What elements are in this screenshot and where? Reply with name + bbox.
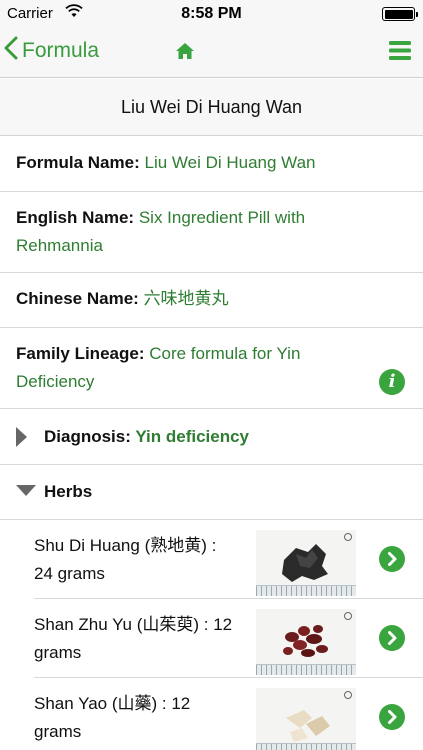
family-lineage-label: Family Lineage: <box>16 344 145 363</box>
chevron-right-icon[interactable] <box>379 546 405 572</box>
herb-list-item[interactable]: Shan Yao (山藥) : 12 grams <box>0 678 423 750</box>
watermark-logo <box>344 691 352 699</box>
back-button-label: Formula <box>22 38 100 62</box>
formula-name-row: Formula Name: Liu Wei Di Huang Wan <box>0 136 423 192</box>
watermark-logo <box>344 612 352 620</box>
herb-name: Shan Zhu Yu (山茱萸) : 12 <box>34 615 233 634</box>
disclosure-expanded-icon <box>16 485 36 496</box>
herbs-label: Herbs <box>44 482 93 501</box>
diagnosis-value: Yin deficiency <box>135 427 250 446</box>
diagnosis-label: Diagnosis: <box>44 427 131 446</box>
english-name-value-cont: Rehmannia <box>16 236 103 255</box>
chevron-left-icon <box>4 36 18 65</box>
family-lineage-value: Core formula for Yin <box>149 344 301 363</box>
diagnosis-row[interactable]: Diagnosis: Yin deficiency <box>0 409 423 465</box>
disclosure-collapsed-icon <box>16 427 27 447</box>
family-lineage-value-cont: Deficiency <box>16 372 95 391</box>
herb-dosage: grams <box>34 643 82 662</box>
navigation-bar: Formula <box>0 28 423 78</box>
herb-dosage: 24 grams <box>34 564 105 583</box>
formula-name-value: Liu Wei Di Huang Wan <box>144 153 316 172</box>
home-icon[interactable] <box>175 42 195 65</box>
english-name-row: English Name: Six Ingredient Pill with R… <box>0 192 423 273</box>
family-lineage-row: Family Lineage: Core formula for Yin Def… <box>0 328 423 409</box>
clock: 8:58 PM <box>181 5 242 22</box>
chinese-name-row: Chinese Name: 六味地黄丸 <box>0 273 423 328</box>
herb-name: Shu Di Huang (熟地黄) : <box>34 536 217 555</box>
chinese-name-label: Chinese Name: <box>16 289 139 308</box>
hamburger-menu-icon[interactable] <box>389 41 411 65</box>
battery-icon <box>382 7 418 21</box>
herb-photo <box>256 609 356 675</box>
scale-ruler <box>256 585 356 596</box>
herb-photo <box>256 688 356 750</box>
chevron-right-icon[interactable] <box>379 625 405 651</box>
english-name-label: English Name: <box>16 208 135 227</box>
status-bar: Carrier 8:58 PM <box>0 0 423 28</box>
scale-ruler <box>256 664 356 675</box>
formula-title-header: Liu Wei Di Huang Wan <box>0 79 423 136</box>
herbs-section-header[interactable]: Herbs <box>0 465 423 520</box>
page-title: Liu Wei Di Huang Wan <box>120 96 303 117</box>
chinese-name-value: 六味地黄丸 <box>143 289 229 308</box>
herb-list-item[interactable]: Shan Zhu Yu (山茱萸) : 12 grams <box>0 599 423 678</box>
chevron-right-icon[interactable] <box>379 704 405 730</box>
herb-name: Shan Yao (山藥) : 12 <box>34 694 191 713</box>
english-name-value: Six Ingredient Pill with <box>138 208 306 227</box>
formula-name-label: Formula Name: <box>16 153 140 172</box>
herb-list-item[interactable]: Shu Di Huang (熟地黄) : 24 grams <box>0 520 423 599</box>
back-button[interactable]: Formula <box>4 36 99 65</box>
info-icon[interactable]: i <box>379 369 405 395</box>
scale-ruler <box>256 743 356 750</box>
herb-photo <box>256 530 356 596</box>
watermark-logo <box>344 533 352 541</box>
herb-dosage: grams <box>34 722 82 741</box>
